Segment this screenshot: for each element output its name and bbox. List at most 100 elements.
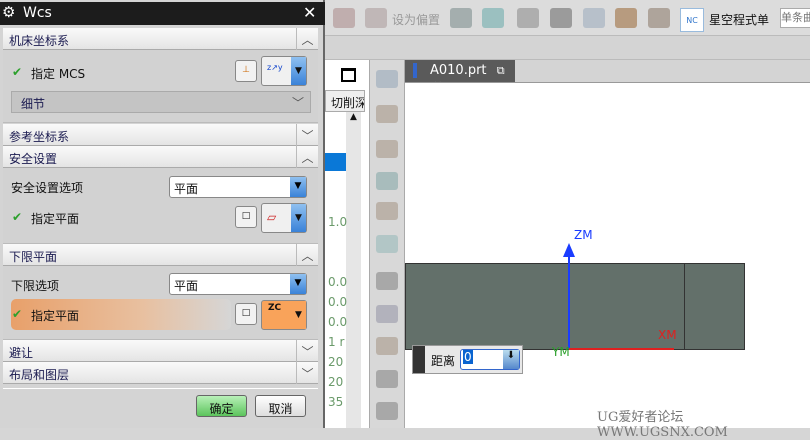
operation-navigator: 切削深 ▲ 1.0 0.0 0.0 0.0 1 r 20 20 35 xyxy=(325,60,370,428)
fixture-icon[interactable] xyxy=(376,305,398,323)
dimension-icon[interactable] xyxy=(376,272,398,290)
plane-type-dropdown[interactable]: ▱ ▼ xyxy=(261,203,307,233)
lower-option-select[interactable]: 平面 ▼ xyxy=(169,273,307,295)
plane-dialog-button[interactable]: □ xyxy=(235,303,257,325)
wcs-dialog: ⚙ Wcs ✕ 机床坐标系 ︿ ✔ 指定 MCS ⊥ z↗y ▼ 细节 ﹀ 参考坐标系… xyxy=(0,0,325,428)
shade-icon[interactable] xyxy=(615,8,637,28)
chevron-down-icon[interactable]: ﹀ xyxy=(296,124,318,146)
section-icon[interactable] xyxy=(648,8,670,28)
assembly-icon[interactable] xyxy=(376,70,398,88)
distance-label: 距离 xyxy=(431,354,456,368)
tab-a010[interactable]: A010.prt ⧉ ✕ xyxy=(405,60,515,92)
x-axis-label: XM xyxy=(658,328,677,342)
section-mcs-header[interactable]: 机床坐标系 ︿ xyxy=(3,28,318,50)
set-offset-button[interactable]: 设为偏置 xyxy=(392,11,440,28)
chevron-up-icon[interactable]: ︿ xyxy=(296,28,318,50)
specify-plane-label: 指定平面 xyxy=(31,309,80,323)
nav-value: 20 xyxy=(328,375,344,389)
specify-plane-label: 指定平面 xyxy=(31,212,80,226)
safety-option-label: 安全设置选项 xyxy=(11,181,84,195)
scrollbar[interactable]: ▲ xyxy=(346,112,361,428)
part-file-icon xyxy=(413,63,417,78)
maximize-icon[interactable] xyxy=(341,68,356,82)
generate-icon[interactable] xyxy=(482,8,504,28)
distance-dynamic-input: 距离 0 ⬇ xyxy=(412,345,523,374)
section-safety-body: 安全设置选项 平面 ▼ ✔ 指定平面 □ ▱ ▼ xyxy=(3,168,318,244)
check-icon: ✔ xyxy=(12,307,23,321)
section-lower-body: 下限选项 平面 ▼ ✔ 指定平面 □ ZC ▼ xyxy=(3,266,318,340)
specify-mcs-label: 指定 MCS xyxy=(31,67,86,81)
section-lower-header[interactable]: 下限平面 ︿ xyxy=(3,244,318,266)
arrow-down-icon[interactable]: ⬇ xyxy=(503,350,519,369)
graphics-viewport[interactable]: ZM XM YM 距离 0 ⬇ UG爱好者论坛 WWW.UGSNX.COM xyxy=(405,82,810,440)
watermark: UG爱好者论坛 WWW.UGSNX.COM xyxy=(597,410,728,440)
tab-label: A010.prt xyxy=(430,63,487,78)
verify-icon[interactable] xyxy=(517,8,539,28)
close-button[interactable]: ✕ xyxy=(303,3,323,22)
gear-icon[interactable]: ⚙ xyxy=(2,3,15,21)
chevron-up-icon[interactable]: ︿ xyxy=(296,146,318,168)
dialog-title: Wcs xyxy=(23,5,52,21)
nav-value: 20 xyxy=(328,355,344,369)
filter-input[interactable] xyxy=(780,8,810,28)
lower-option-label: 下限选项 xyxy=(11,279,60,293)
pocket-icon[interactable] xyxy=(376,337,398,355)
dialog-title-bar[interactable]: ⚙ Wcs ✕ xyxy=(0,2,325,25)
part-icon[interactable] xyxy=(550,8,572,28)
drag-handle[interactable] xyxy=(413,346,425,373)
offset-icon[interactable] xyxy=(333,8,355,28)
check-icon: ✔ xyxy=(12,210,23,224)
tool-icon[interactable] xyxy=(450,8,472,28)
plane-dialog-button[interactable]: □ xyxy=(235,206,257,228)
chevron-down-icon: ▼ xyxy=(290,274,306,294)
tab-bar: A010.prt ⧉ ✕ xyxy=(405,60,810,92)
section-ref-header[interactable]: 参考坐标系 ﹀ xyxy=(3,124,318,146)
section-layout-header[interactable]: 布局和图层 ﹀ xyxy=(3,362,318,384)
set-offset-icon[interactable] xyxy=(365,8,387,28)
edge-line xyxy=(684,264,685,349)
resource-bar xyxy=(370,60,405,428)
distance-input[interactable]: 0 ⬇ xyxy=(460,349,520,370)
chevron-down-icon[interactable]: ﹀ xyxy=(296,340,318,362)
section-avoid-header[interactable]: 避让 ﹀ xyxy=(3,340,318,362)
nav-value: 0.0 xyxy=(328,315,348,329)
points-icon[interactable] xyxy=(376,235,398,253)
zc-plane-icon: ZC xyxy=(268,303,282,313)
plane-icon: ▱ xyxy=(267,210,277,224)
plane-type-dropdown[interactable]: ZC ▼ xyxy=(261,300,307,330)
chevron-down-icon: ▼ xyxy=(290,177,306,197)
feature-icon[interactable] xyxy=(376,140,398,158)
undock-icon[interactable]: ⧉ xyxy=(497,64,505,77)
program-list-button[interactable]: 星空程式单 xyxy=(709,11,769,28)
safety-option-select[interactable]: 平面 ▼ xyxy=(169,176,307,198)
nav-value: 35 xyxy=(328,395,344,409)
wireframe-icon[interactable] xyxy=(583,8,605,28)
section-safety-header[interactable]: 安全设置 ︿ xyxy=(3,146,318,168)
chevron-up-icon[interactable]: ︿ xyxy=(296,244,318,266)
z-axis xyxy=(568,249,570,349)
main-toolbar: 设为偏置 NC 星空程式单 xyxy=(325,0,810,36)
csys-type-dropdown[interactable]: z↗y ▼ xyxy=(261,56,307,86)
check-icon: ✔ xyxy=(12,65,23,79)
divider xyxy=(3,388,318,389)
z-arrow-icon xyxy=(563,243,575,257)
ok-button[interactable]: 确定 xyxy=(196,395,247,417)
details-subsection[interactable]: 细节 ﹀ xyxy=(11,91,311,113)
nav-value: 0.0 xyxy=(328,295,348,309)
csys-icon: z↗y xyxy=(267,63,283,72)
tree-collapse-icon[interactable] xyxy=(376,402,398,420)
nc-icon[interactable]: NC xyxy=(680,8,704,32)
tree-expand-icon[interactable] xyxy=(376,370,398,388)
chamfer-icon[interactable] xyxy=(376,202,398,220)
hole-icon[interactable] xyxy=(376,172,398,190)
y-axis-label: YM xyxy=(552,345,570,359)
column-header[interactable]: 切削深 xyxy=(325,90,365,112)
nav-value: 1 r xyxy=(328,335,345,349)
cancel-button[interactable]: 取消 xyxy=(255,395,306,417)
nav-value: 1.0 xyxy=(328,215,348,229)
chevron-down-icon[interactable]: ﹀ xyxy=(296,362,318,384)
blank-icon[interactable] xyxy=(376,105,398,123)
selected-row[interactable] xyxy=(325,153,346,171)
csys-dialog-button[interactable]: ⊥ xyxy=(235,60,257,82)
solid-body[interactable] xyxy=(405,263,745,350)
